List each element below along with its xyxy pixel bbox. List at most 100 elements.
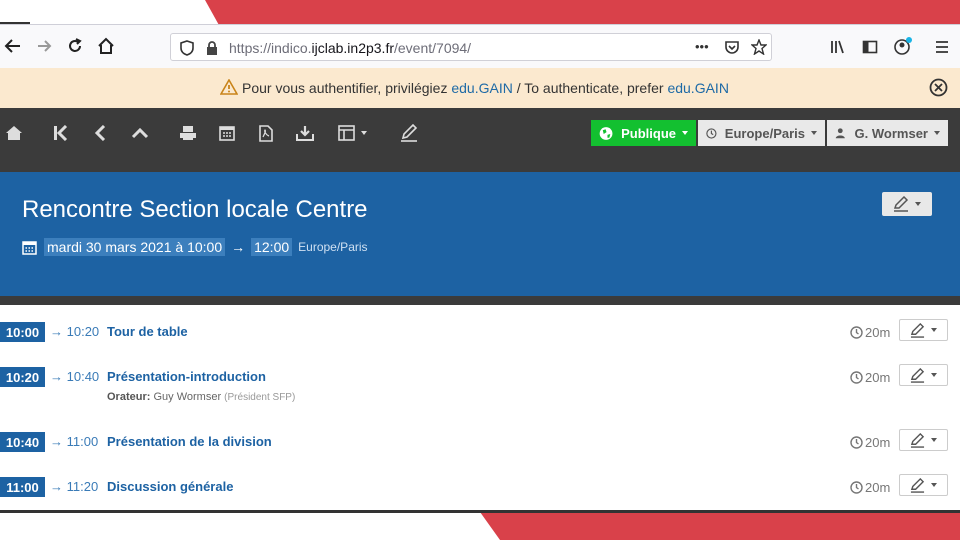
end-time-value: 11:20: [66, 479, 99, 494]
timetable-row: 10:20 → 10:40 Présentation-introduction …: [0, 364, 960, 413]
pdf-export-button[interactable]: [254, 122, 278, 144]
home-button[interactable]: [2, 122, 26, 144]
url-bar[interactable]: https://indico.ijclab.in2p3.fr/event/709…: [170, 33, 772, 61]
contribution-duration: 20m: [850, 325, 890, 340]
chevron-down-icon: [931, 328, 937, 332]
timetable: 10:00 → 10:20 Tour de table 20m 10:20 → …: [0, 305, 960, 513]
duration-value: 20m: [865, 370, 891, 385]
pocket-icon[interactable]: [724, 39, 740, 55]
pencil-icon: [910, 367, 925, 383]
chevron-down-icon: [931, 373, 937, 377]
edugain-link-1[interactable]: edu.GAIN: [451, 80, 512, 96]
edit-event-button[interactable]: [397, 122, 421, 144]
close-notice-icon[interactable]: [929, 78, 948, 97]
timetable-row: 11:00 → 11:20 Discussion générale 20m: [0, 474, 960, 507]
chevron-down-icon: [360, 131, 367, 135]
time-arrow: →: [50, 434, 63, 449]
bookmark-star-icon[interactable]: [751, 39, 767, 55]
end-time-value: 10:20: [66, 324, 100, 339]
browser-toolbar: https://indico.ijclab.in2p3.fr/event/709…: [0, 24, 960, 69]
up-category-button[interactable]: [128, 122, 152, 144]
calendar-icon: [22, 240, 37, 255]
download-box-icon: [296, 126, 314, 141]
end-time-value: 10:40: [66, 369, 100, 384]
back-button[interactable]: [0, 33, 26, 59]
pencil-icon: [910, 322, 925, 338]
event-timezone: Europe/Paris: [298, 240, 368, 254]
user-menu-button[interactable]: G. Wormser: [827, 120, 948, 146]
user-name-label: G. Wormser: [854, 125, 928, 141]
contribution-edit-button[interactable]: [899, 364, 948, 386]
globe-icon: [599, 126, 613, 140]
pencil-icon: [401, 124, 418, 142]
timezone-selector[interactable]: Europe/Paris: [698, 120, 825, 146]
library-icon[interactable]: [830, 39, 846, 55]
contribution-title[interactable]: Discussion générale: [107, 479, 233, 494]
reload-button[interactable]: [62, 33, 88, 59]
hamburger-menu-icon[interactable]: [934, 39, 950, 55]
edugain-link-2[interactable]: edu.GAIN: [667, 80, 728, 96]
notice-text-middle: / To authenticate, prefer: [512, 80, 668, 96]
protection-status-label: Publique: [621, 125, 676, 141]
layout-menu-button[interactable]: [334, 122, 370, 144]
contribution-start-time: 10:20: [0, 367, 45, 387]
contribution-duration: 20m: [850, 480, 890, 495]
contribution-end-time: → 11:20: [50, 479, 98, 494]
first-event-button[interactable]: [48, 122, 72, 144]
clock-icon: [706, 127, 717, 139]
chevron-down-icon: [934, 131, 940, 135]
contribution-title[interactable]: Tour de table: [107, 324, 188, 339]
chevron-down-icon: [682, 131, 688, 135]
date-arrow: →: [231, 239, 246, 255]
contribution-duration: 20m: [850, 370, 890, 385]
contribution-start-time: 10:40: [0, 432, 45, 452]
duration-value: 20m: [865, 435, 891, 450]
contribution-end-time: → 11:00: [50, 434, 98, 449]
url-prefix: https://indico.: [229, 40, 312, 56]
chevron-down-icon: [931, 483, 937, 487]
download-material-button[interactable]: [293, 122, 317, 144]
contribution-title[interactable]: Présentation-introduction: [107, 369, 266, 384]
previous-event-button[interactable]: [88, 122, 112, 144]
forward-button[interactable]: [32, 33, 58, 59]
duration-value: 20m: [865, 325, 891, 340]
contribution-edit-button[interactable]: [899, 474, 948, 496]
clock-icon: [850, 481, 863, 494]
warning-icon: [220, 79, 238, 95]
contribution-edit-button[interactable]: [899, 429, 948, 451]
home-button[interactable]: [93, 33, 119, 59]
url-path: /event/7094/: [394, 40, 472, 56]
timetable-top-strip: [0, 296, 960, 305]
time-arrow: →: [50, 369, 63, 384]
sidebar-icon[interactable]: [862, 39, 878, 55]
shield-icon: [180, 40, 194, 56]
calendar-icon: [219, 126, 235, 141]
event-toolbar: Publique Europe/Paris G. Wormser: [0, 108, 960, 172]
chevron-left-icon: [94, 125, 106, 141]
contribution-speaker: Orateur: Guy Wormser (Président SFP): [107, 391, 295, 403]
event-start-datetime: mardi 30 mars 2021 à 10:00: [44, 238, 226, 256]
account-icon[interactable]: [893, 37, 913, 57]
decorative-red-shape-bottom: [480, 512, 960, 540]
url-domain: ijclab.in2p3.fr: [311, 40, 395, 56]
pencil-icon: [910, 477, 925, 493]
end-time-value: 11:00: [66, 434, 99, 449]
print-button[interactable]: [176, 122, 200, 144]
event-edit-menu-button[interactable]: [882, 192, 932, 216]
home-icon: [6, 126, 22, 140]
auth-notice-bar: Pour vous authentifier, privilégiez edu.…: [0, 68, 960, 108]
event-end-time: 12:00: [251, 238, 293, 256]
page-actions-menu[interactable]: •••: [695, 39, 709, 54]
contribution-edit-button[interactable]: [899, 319, 948, 341]
chevron-down-icon: [915, 202, 921, 206]
printer-icon: [180, 126, 196, 140]
chevron-down-icon: [811, 131, 817, 135]
speaker-name: Guy Wormser: [153, 391, 222, 403]
event-date-row: mardi 30 mars 2021 à 10:00 → 12:00 Europ…: [22, 238, 368, 256]
home-icon: [98, 37, 114, 54]
chevron-up-icon: [131, 127, 149, 139]
calendar-export-button[interactable]: [215, 122, 239, 144]
contribution-title[interactable]: Présentation de la division: [107, 434, 272, 449]
protection-status-button[interactable]: Publique: [591, 120, 696, 146]
contribution-start-time: 10:00: [0, 322, 45, 342]
